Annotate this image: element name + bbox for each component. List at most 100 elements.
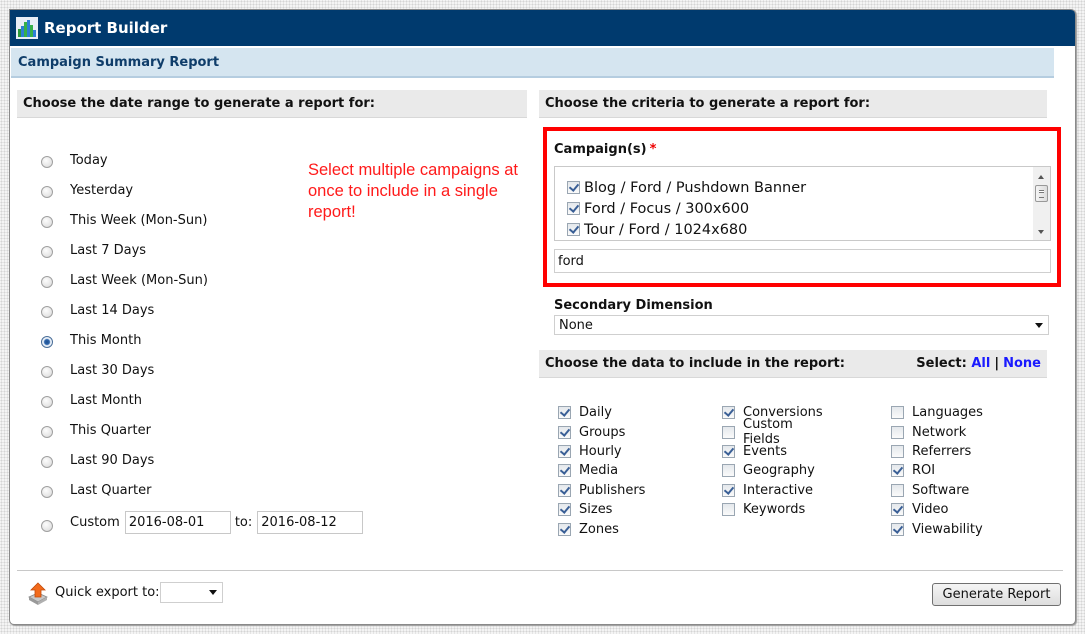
checkbox-checked[interactable] bbox=[891, 464, 904, 478]
radio-button-selected[interactable] bbox=[41, 336, 53, 348]
radio-button[interactable] bbox=[41, 366, 53, 378]
radio-label: Today bbox=[70, 152, 108, 168]
radio-button[interactable] bbox=[41, 156, 53, 168]
data-option-label: Network bbox=[912, 424, 967, 440]
radio-label: This Month bbox=[70, 332, 142, 348]
data-column-2: Conversions Custom Fields Events Geography I… bbox=[722, 403, 823, 519]
checkbox-checked[interactable] bbox=[567, 181, 580, 194]
checkbox-checked[interactable] bbox=[891, 522, 904, 536]
data-option-video[interactable]: Video bbox=[891, 500, 983, 519]
quick-export-select[interactable] bbox=[160, 582, 223, 603]
radio-button[interactable] bbox=[41, 246, 53, 258]
radio-label: Last 30 Days bbox=[70, 362, 155, 378]
campaign-label: Blog / Ford / Pushdown Banner bbox=[584, 179, 807, 196]
window-title: Report Builder bbox=[44, 19, 168, 37]
data-option-label: Interactive bbox=[743, 482, 814, 498]
date-option-custom[interactable]: Custom to: bbox=[40, 505, 364, 539]
checkbox-checked[interactable] bbox=[722, 406, 735, 420]
date-option-last-14-days[interactable]: Last 14 Days bbox=[40, 295, 363, 325]
custom-from-date-input[interactable] bbox=[124, 510, 231, 534]
scroll-up-arrow-icon[interactable] bbox=[1038, 175, 1044, 179]
data-column-3: Languages Network Referrers ROI Software Vide… bbox=[891, 403, 983, 539]
campaigns-scrollbar[interactable] bbox=[1033, 167, 1050, 240]
select-label: Select: bbox=[916, 356, 967, 371]
radio-label: Last 90 Days bbox=[70, 452, 155, 468]
custom-to-date-input[interactable] bbox=[257, 510, 364, 534]
generate-report-button[interactable]: Generate Report bbox=[932, 583, 1061, 606]
checkbox-checked[interactable] bbox=[567, 202, 580, 215]
radio-button[interactable] bbox=[41, 396, 53, 408]
campaign-item[interactable]: Blog / Ford / Pushdown Banner bbox=[567, 177, 806, 198]
radio-button[interactable] bbox=[41, 216, 53, 228]
campaign-label: Ford / Focus / 300x600 bbox=[584, 200, 750, 217]
checkbox-checked[interactable] bbox=[558, 406, 571, 420]
campaign-item[interactable]: Ford / Focus / 300x600 bbox=[567, 198, 806, 219]
radio-button[interactable] bbox=[41, 276, 53, 288]
scroll-down-arrow-icon[interactable] bbox=[1038, 230, 1044, 234]
date-option-last-30-days[interactable]: Last 30 Days bbox=[40, 355, 363, 385]
campaigns-listbox[interactable]: Blog / Ford / Pushdown Banner Ford / Foc… bbox=[554, 166, 1051, 241]
campaign-filter-input[interactable] bbox=[554, 249, 1051, 273]
checkbox-checked[interactable] bbox=[722, 483, 735, 497]
data-option-viewability[interactable]: Viewability bbox=[891, 519, 983, 538]
campaign-label: Tour / Ford / 1024x680 bbox=[584, 221, 748, 238]
checkbox-unchecked[interactable] bbox=[891, 444, 904, 458]
date-option-last-quarter[interactable]: Last Quarter bbox=[40, 475, 363, 505]
campaign-item[interactable]: Tour / Ford / 1024x680 bbox=[567, 219, 806, 240]
data-option-roi[interactable]: ROI bbox=[891, 461, 983, 480]
checkbox-checked[interactable] bbox=[891, 503, 904, 517]
data-option-custom-fields[interactable]: Custom Fields bbox=[722, 417, 823, 447]
export-icon bbox=[28, 582, 48, 605]
data-option-daily[interactable]: Daily bbox=[558, 403, 645, 422]
data-selection-heading-text: Choose the data to include in the report… bbox=[545, 356, 845, 371]
data-option-sizes[interactable]: Sizes bbox=[558, 500, 645, 519]
date-option-last-90-days[interactable]: Last 90 Days bbox=[40, 445, 363, 475]
campaigns-label: Campaign(s) * bbox=[554, 142, 656, 157]
checkbox-unchecked[interactable] bbox=[891, 425, 904, 439]
criteria-heading: Choose the criteria to generate a report… bbox=[539, 90, 1047, 118]
radio-label: This Week (Mon-Sun) bbox=[70, 212, 208, 228]
radio-button[interactable] bbox=[41, 456, 53, 468]
checkbox-checked[interactable] bbox=[558, 464, 571, 478]
date-option-this-month[interactable]: This Month bbox=[40, 325, 363, 355]
secondary-dimension-select[interactable]: None bbox=[554, 315, 1049, 335]
data-option-keywords[interactable]: Keywords bbox=[722, 500, 823, 519]
data-option-referrers[interactable]: Referrers bbox=[891, 442, 983, 461]
date-option-last-7-days[interactable]: Last 7 Days bbox=[40, 235, 363, 265]
data-option-groups[interactable]: Groups bbox=[558, 422, 645, 441]
radio-button[interactable] bbox=[41, 520, 53, 532]
checkbox-unchecked[interactable] bbox=[891, 406, 904, 420]
to-label: to: bbox=[234, 514, 253, 530]
date-option-last-month[interactable]: Last Month bbox=[40, 385, 363, 415]
radio-button[interactable] bbox=[41, 426, 53, 438]
checkbox-unchecked[interactable] bbox=[722, 464, 735, 478]
secondary-dimension-label: Secondary Dimension bbox=[554, 298, 713, 313]
checkbox-unchecked[interactable] bbox=[891, 483, 904, 497]
data-option-network[interactable]: Network bbox=[891, 422, 983, 441]
checkbox-unchecked[interactable] bbox=[722, 425, 735, 439]
scroll-thumb[interactable] bbox=[1035, 185, 1048, 202]
date-option-this-quarter[interactable]: This Quarter bbox=[40, 415, 363, 445]
checkbox-checked[interactable] bbox=[558, 522, 571, 536]
data-option-geography[interactable]: Geography bbox=[722, 461, 823, 480]
data-option-languages[interactable]: Languages bbox=[891, 403, 983, 422]
checkbox-checked[interactable] bbox=[722, 444, 735, 458]
date-option-last-week[interactable]: Last Week (Mon-Sun) bbox=[40, 265, 363, 295]
radio-button[interactable] bbox=[41, 306, 53, 318]
checkbox-checked[interactable] bbox=[558, 444, 571, 458]
data-option-hourly[interactable]: Hourly bbox=[558, 442, 645, 461]
select-all-link[interactable]: All bbox=[971, 356, 990, 371]
checkbox-unchecked[interactable] bbox=[722, 503, 735, 517]
checkbox-checked[interactable] bbox=[567, 223, 580, 236]
checkbox-checked[interactable] bbox=[558, 425, 571, 439]
data-option-publishers[interactable]: Publishers bbox=[558, 481, 645, 500]
select-none-link[interactable]: None bbox=[1003, 356, 1041, 371]
radio-button[interactable] bbox=[41, 486, 53, 498]
radio-button[interactable] bbox=[41, 186, 53, 198]
data-option-zones[interactable]: Zones bbox=[558, 519, 645, 538]
data-option-software[interactable]: Software bbox=[891, 481, 983, 500]
checkbox-checked[interactable] bbox=[558, 483, 571, 497]
checkbox-checked[interactable] bbox=[558, 503, 571, 517]
data-option-media[interactable]: Media bbox=[558, 461, 645, 480]
data-option-interactive[interactable]: Interactive bbox=[722, 481, 823, 500]
